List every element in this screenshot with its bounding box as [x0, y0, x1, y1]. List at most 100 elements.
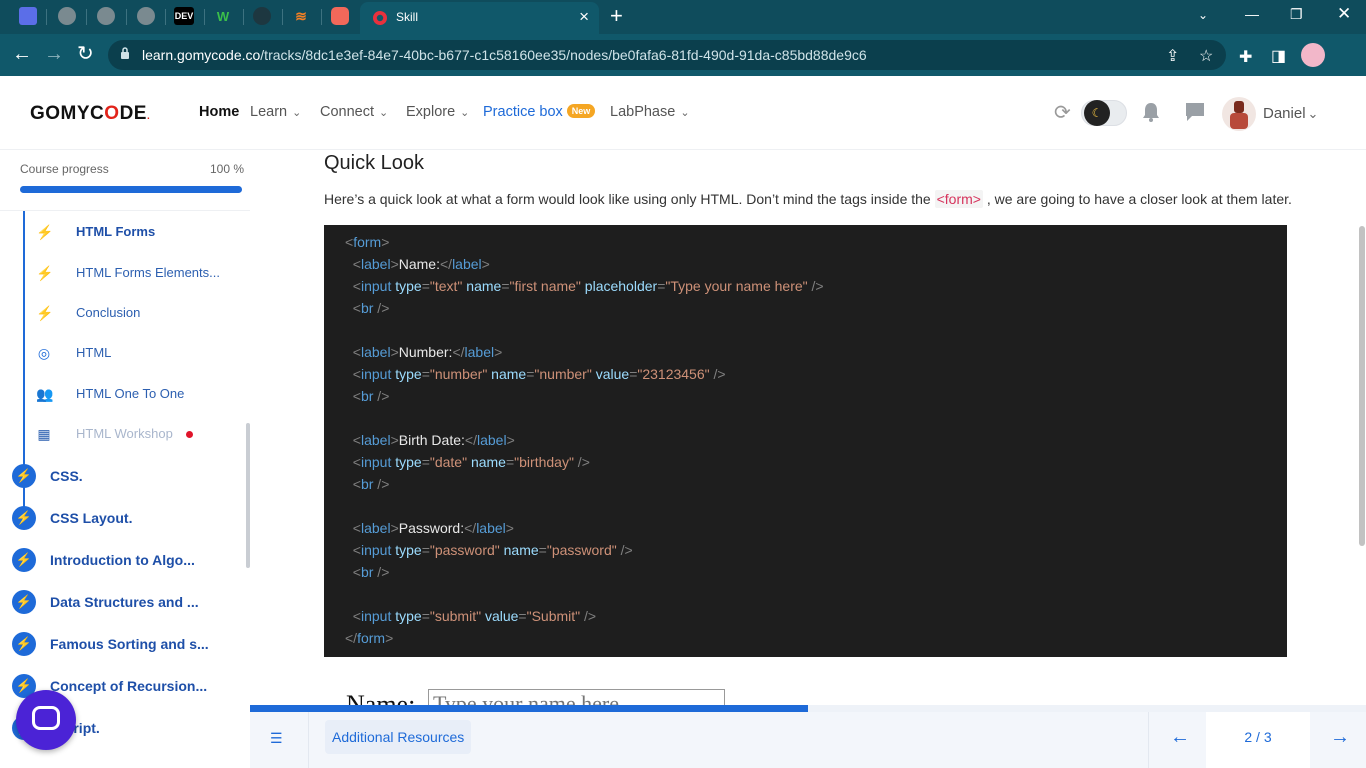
reading-progress-bar [250, 705, 1366, 712]
section-title: Quick Look [324, 152, 425, 174]
lesson-content: Quick Look Here’s a quick look at what a… [250, 150, 1356, 705]
logo-text-2: DE [119, 103, 147, 124]
code-line: <label>Number:</label> [345, 344, 503, 360]
sidebar-module-data-structures[interactable]: ⚡ Data Structures and ... [12, 589, 242, 615]
dark-mode-toggle[interactable]: ☾ [1081, 100, 1127, 126]
page-scrollbar[interactable] [1359, 226, 1365, 546]
sidebar-module-sorting[interactable]: ⚡ Famous Sorting and s... [12, 631, 242, 657]
stackoverflow-icon[interactable]: ≋ [292, 7, 310, 25]
sidebar-module-label: CSS. [50, 468, 83, 484]
preview-name-input[interactable] [428, 689, 725, 705]
tab-separator [86, 9, 87, 25]
globe-icon[interactable] [97, 7, 115, 25]
chevron-down-icon: ⌄ [379, 107, 389, 119]
globe-icon[interactable] [58, 7, 76, 25]
tab-search-icon[interactable]: ⌄ [1198, 8, 1208, 22]
user-menu[interactable]: Daniel ⌄ [1263, 105, 1318, 122]
support-chat-button[interactable] [16, 690, 76, 750]
previous-arrow-icon[interactable]: ← [1170, 726, 1190, 749]
gomycode-logo[interactable]: GOMYCODE. [30, 103, 150, 125]
bolt-icon: ⚡ [36, 265, 54, 281]
sidebar-module-label: Introduction to Algo... [50, 552, 195, 568]
globe-icon[interactable] [137, 7, 155, 25]
scrimba-icon[interactable] [331, 7, 349, 25]
close-window-icon[interactable]: ✕ [1337, 4, 1351, 24]
lesson-bottom-bar: ☰ Additional Resources ← 2 / 3 → [250, 712, 1366, 768]
sidebar-module-css[interactable]: ⚡ CSS. [12, 463, 242, 489]
address-bar-row: ← → ↻ learn.gomycode.co/tracks/8dc1e3ef-… [0, 34, 1366, 76]
restore-icon[interactable]: ❐ [1290, 6, 1303, 23]
bolt-icon: ⚡ [12, 632, 36, 656]
forward-icon[interactable]: → [44, 43, 64, 65]
code-line: <input type="number" name="number" value… [345, 366, 726, 382]
menu-explore-label: Explore [406, 104, 456, 120]
sidebar-item-html-workshop[interactable]: ▦ HTML Workshop [36, 424, 236, 444]
tab-separator [204, 9, 205, 25]
bolt-icon: ⚡ [36, 305, 54, 321]
code-line: <input type="text" name="first name" pla… [345, 278, 824, 294]
active-tab[interactable]: Skill × [360, 2, 599, 34]
bell-icon[interactable] [1142, 102, 1160, 122]
omnibox[interactable]: learn.gomycode.co/tracks/8dc1e3ef-84e7-4… [108, 40, 1226, 70]
new-tab-icon[interactable]: + [610, 4, 623, 28]
refresh-icon[interactable]: ⟳ [1054, 100, 1071, 125]
next-arrow-icon[interactable]: → [1330, 726, 1350, 749]
tab-separator [282, 9, 283, 25]
url-path: /tracks/8dc1e3ef-84e7-40bc-b677-c1c58160… [260, 47, 867, 63]
course-progress-fill [20, 186, 242, 193]
preview-name-label: Name: [346, 690, 416, 705]
browser-profile-avatar[interactable] [1301, 43, 1325, 67]
menu-home[interactable]: Home [199, 104, 239, 120]
sidebar-item-conclusion[interactable]: ⚡ Conclusion [36, 303, 236, 323]
chevron-down-icon: ⌄ [460, 107, 470, 119]
menu-labphase-label: LabPhase [610, 104, 676, 120]
sidebar-module-css-layout[interactable]: ⚡ CSS Layout. [12, 505, 242, 531]
menu-practice-label: Practice box [483, 104, 563, 120]
user-avatar[interactable] [1222, 97, 1256, 131]
list-toggle-icon[interactable]: ☰ [270, 730, 286, 748]
menu-labphase[interactable]: LabPhase ⌄ [610, 104, 690, 120]
github-icon[interactable] [253, 7, 271, 25]
close-tab-icon[interactable]: × [579, 8, 589, 26]
menu-learn[interactable]: Learn ⌄ [250, 104, 301, 120]
code-line: <br /> [345, 564, 390, 580]
code-line: <label>Name:</label> [345, 256, 490, 272]
w-icon[interactable]: W [214, 7, 232, 25]
tab-separator [321, 9, 322, 25]
share-icon[interactable]: ⇪ [1166, 46, 1179, 66]
code-line: <br /> [345, 476, 390, 492]
chat-icon[interactable] [1184, 102, 1206, 122]
sidebar-item-label: HTML [76, 345, 112, 360]
sidebar-item-html-forms-elements[interactable]: ⚡ HTML Forms Elements... [36, 263, 236, 283]
url-text: learn.gomycode.co/tracks/8dc1e3ef-84e7-4… [142, 47, 867, 63]
sidebar-module-intro-algo[interactable]: ⚡ Introduction to Algo... [12, 547, 242, 573]
dev-icon[interactable]: DEV [174, 7, 194, 25]
minimize-icon[interactable]: — [1245, 6, 1259, 22]
menu-practice-box[interactable]: Practice box New [483, 104, 596, 120]
gomycode-tab-icon[interactable] [19, 7, 37, 25]
sidebar-item-html-forms[interactable]: ⚡ HTML Forms [36, 222, 236, 242]
additional-resources-button[interactable]: Additional Resources [325, 720, 472, 754]
sidebar-item-html[interactable]: ◎ HTML [36, 343, 236, 363]
extensions-icon[interactable]: ✚ [1239, 47, 1252, 67]
username: Daniel [1263, 105, 1306, 122]
side-panel-icon[interactable]: ◨ [1271, 46, 1286, 66]
chat-bubble-icon [32, 706, 60, 730]
menu-explore[interactable]: Explore ⌄ [406, 104, 469, 120]
bolt-icon: ⚡ [12, 548, 36, 572]
intro-text-1: Here’s a quick look at what a form would… [324, 191, 935, 207]
logo-dot: . [146, 111, 151, 122]
sidebar-item-html-one-to-one[interactable]: 👥 HTML One To One [36, 384, 236, 404]
avatar-body [1230, 113, 1248, 129]
menu-connect[interactable]: Connect ⌄ [320, 104, 388, 120]
logo-o: O [104, 103, 120, 124]
reload-icon[interactable]: ↻ [77, 43, 94, 65]
bolt-icon: ⚡ [12, 590, 36, 614]
menu-connect-label: Connect [320, 104, 375, 120]
back-icon[interactable]: ← [12, 43, 32, 65]
sidebar-module-label: CSS Layout. [50, 510, 133, 526]
bookmark-star-icon[interactable]: ☆ [1199, 46, 1213, 66]
moon-icon: ☾ [1084, 100, 1110, 126]
sidebar-divider [0, 210, 250, 211]
code-line: </form> [345, 630, 394, 646]
